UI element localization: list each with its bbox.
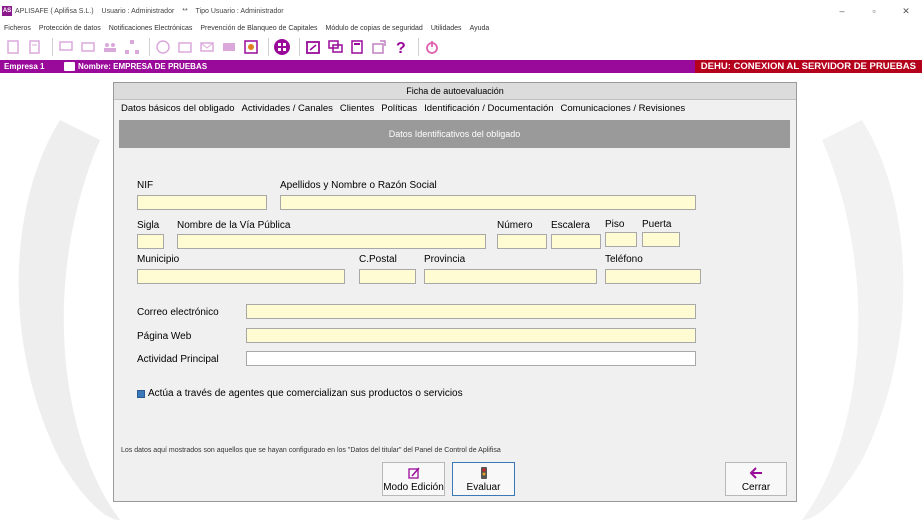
via-field[interactable] bbox=[177, 234, 486, 249]
tab-datos-basicos[interactable]: Datos básicos del obligado bbox=[118, 101, 238, 117]
title-app: APLISAFE ( Aplifisa S.L.) bbox=[15, 7, 94, 15]
edit-icon bbox=[407, 467, 420, 479]
title-user: Usuario : Administrador bbox=[101, 7, 175, 15]
folder-icon bbox=[64, 62, 75, 71]
tab-politicas[interactable]: Políticas bbox=[378, 101, 420, 117]
watermark-graphic-right bbox=[802, 120, 904, 520]
nif-field[interactable] bbox=[137, 195, 267, 210]
escalera-field[interactable] bbox=[551, 234, 601, 249]
cpostal-label: C.Postal bbox=[359, 254, 397, 265]
web-field[interactable] bbox=[246, 328, 696, 343]
municipio-label: Municipio bbox=[137, 254, 180, 265]
help-icon[interactable]: ? bbox=[392, 38, 410, 56]
traffic-light-icon bbox=[480, 467, 487, 479]
apellidos-field[interactable] bbox=[280, 195, 696, 210]
menu-blanqueo[interactable]: Prevención de Blanqueo de Capitales bbox=[200, 25, 317, 32]
tab-comunicaciones[interactable]: Comunicaciones / Revisiones bbox=[558, 101, 689, 117]
menu-copias[interactable]: Módulo de copias de seguridad bbox=[326, 25, 423, 32]
section-header: Datos Identificativos del obligado bbox=[119, 120, 790, 148]
menu-proteccion-datos[interactable]: Protección de datos bbox=[39, 25, 101, 32]
menu-bar: Ficheros Protección de datos Notificacio… bbox=[0, 22, 922, 35]
menu-utilidades[interactable]: Utilidades bbox=[431, 25, 462, 32]
maximize-button[interactable]: ▫ bbox=[858, 0, 890, 22]
cerrar-label: Cerrar bbox=[741, 482, 771, 493]
actividad-label: Actividad Principal bbox=[137, 354, 219, 365]
evaluar-button[interactable]: Evaluar bbox=[452, 462, 515, 496]
folder-icon[interactable] bbox=[176, 38, 194, 56]
piso-field[interactable] bbox=[605, 232, 637, 247]
autoevaluacion-dialog: Ficha de autoevaluación Datos básicos de… bbox=[113, 82, 797, 502]
menu-ayuda[interactable]: Ayuda bbox=[470, 25, 490, 32]
tab-identificacion[interactable]: Identificación / Documentación bbox=[421, 101, 556, 117]
numero-field[interactable] bbox=[497, 234, 547, 249]
status-bar: Empresa 1 Nombre: EMPRESA DE PRUEBAS DEH… bbox=[0, 60, 922, 73]
dialog-title: Ficha de autoevaluación bbox=[114, 83, 796, 100]
circle-icon[interactable] bbox=[154, 38, 172, 56]
puerta-field[interactable] bbox=[642, 232, 680, 247]
telefono-label: Teléfono bbox=[605, 254, 643, 265]
puerta-label: Puerta bbox=[642, 219, 672, 230]
empresa-nombre: Nombre: EMPRESA DE PRUEBAS bbox=[78, 62, 208, 71]
dehu-status: DEHU: CONEXION AL SERVIDOR DE PRUEBAS bbox=[694, 60, 922, 73]
calculator-icon[interactable] bbox=[348, 38, 366, 56]
escalera-label: Escalera bbox=[551, 220, 590, 231]
export-icon[interactable] bbox=[370, 38, 388, 56]
tab-strip: Datos básicos del obligado Actividades /… bbox=[114, 100, 796, 117]
minimize-button[interactable]: – bbox=[826, 0, 858, 22]
document-icon[interactable] bbox=[26, 38, 44, 56]
provincia-label: Provincia bbox=[424, 254, 466, 265]
modo-edicion-label: Modo Edición bbox=[383, 482, 444, 493]
toolbar: ? bbox=[0, 35, 922, 59]
municipio-field[interactable] bbox=[137, 269, 345, 284]
title-usertype: Tipo Usuario : Administrador bbox=[195, 7, 284, 15]
nif-label: NIF bbox=[137, 180, 154, 191]
piso-label: Piso bbox=[605, 219, 625, 230]
card-icon[interactable] bbox=[79, 38, 97, 56]
correo-field[interactable] bbox=[246, 304, 696, 319]
monitor-icon[interactable] bbox=[57, 38, 75, 56]
web-label: Página Web bbox=[137, 331, 192, 342]
cerrar-button[interactable]: Cerrar bbox=[725, 462, 787, 496]
screens-icon[interactable] bbox=[326, 38, 344, 56]
info-note: Los datos aquí mostrados son aquellos qu… bbox=[121, 447, 501, 454]
sigla-label: Sigla bbox=[137, 220, 160, 231]
mail-icon[interactable] bbox=[198, 38, 216, 56]
agentes-label: Actúa a través de agentes que comerciali… bbox=[148, 388, 463, 399]
menu-notificaciones[interactable]: Notificaciones Electrónicas bbox=[109, 25, 193, 32]
cpostal-field[interactable] bbox=[359, 269, 416, 284]
modo-edicion-button[interactable]: Modo Edición bbox=[382, 462, 445, 496]
sigla-field[interactable] bbox=[137, 234, 164, 249]
provincia-field[interactable] bbox=[424, 269, 597, 284]
via-label: Nombre de la Vía Pública bbox=[177, 220, 291, 231]
correo-label: Correo electrónico bbox=[137, 307, 219, 318]
agentes-checkbox[interactable] bbox=[137, 390, 145, 398]
window-title: APLISAFE ( Aplifisa S.L.) Usuario : Admi… bbox=[15, 8, 290, 15]
certificate-icon[interactable] bbox=[242, 38, 260, 56]
telefono-field[interactable] bbox=[605, 269, 701, 284]
actividad-field[interactable] bbox=[246, 351, 696, 366]
title-bar: AS APLISAFE ( Aplifisa S.L.) Usuario : A… bbox=[0, 0, 922, 22]
tab-clientes[interactable]: Clientes bbox=[337, 101, 377, 117]
tab-actividades[interactable]: Actividades / Canales bbox=[239, 101, 336, 117]
svg-text:?: ? bbox=[396, 40, 406, 55]
envelope-icon[interactable] bbox=[220, 38, 238, 56]
evaluar-label: Evaluar bbox=[466, 482, 501, 493]
numero-label: Número bbox=[497, 220, 533, 231]
calendar-edit-icon[interactable] bbox=[304, 38, 322, 56]
power-icon[interactable] bbox=[423, 38, 441, 56]
empresa-label: Empresa 1 bbox=[4, 62, 45, 71]
app-logo: AS bbox=[2, 6, 12, 16]
user-icon[interactable] bbox=[4, 38, 22, 56]
grid-app-icon[interactable] bbox=[273, 38, 291, 56]
apellidos-label: Apellidos y Nombre o Razón Social bbox=[280, 180, 437, 191]
back-arrow-icon bbox=[749, 467, 762, 479]
title-sep: ** bbox=[182, 7, 188, 15]
hierarchy-icon[interactable] bbox=[123, 38, 141, 56]
menu-ficheros[interactable]: Ficheros bbox=[4, 25, 31, 32]
users-icon[interactable] bbox=[101, 38, 119, 56]
close-window-button[interactable]: ✕ bbox=[890, 0, 922, 22]
